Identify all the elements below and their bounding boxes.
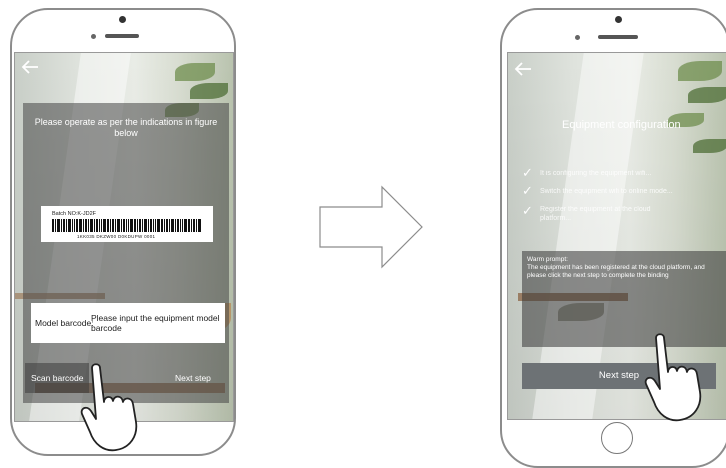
home-button[interactable] <box>601 422 633 454</box>
arrow-left-icon <box>21 60 38 74</box>
plant-leaf <box>693 139 726 153</box>
speaker-grille <box>105 34 139 38</box>
step-item: Switch the equipment wifi to online mode… <box>540 188 673 195</box>
back-button[interactable] <box>514 61 532 81</box>
instruction-text: Please operate as per the indications in… <box>34 117 218 138</box>
barcode-sample: Batch NO:K-JD2F 1KK035 DKZW00 D0KDUPW 00… <box>41 206 213 242</box>
pointing-hand-icon <box>644 333 702 422</box>
plant-leaf <box>678 61 722 81</box>
model-barcode-row[interactable]: Model barcode: Please input the equipmen… <box>31 303 225 343</box>
scan-barcode-label: Scan barcode <box>31 373 84 383</box>
barcode-image <box>52 219 201 232</box>
phone-frame-left: Please operate as per the indications in… <box>10 8 236 456</box>
camera-icon <box>119 16 126 23</box>
camera-icon <box>615 16 622 23</box>
arrow-left-icon <box>514 62 531 76</box>
plant-leaf <box>688 87 726 103</box>
model-barcode-label: Model barcode: <box>35 318 94 328</box>
next-step-button[interactable]: Next step <box>175 373 211 383</box>
check-icon: ✓ <box>522 165 533 180</box>
step-item: It is configuring the equipment wifi... <box>540 170 652 177</box>
page-title: Equipment configuration <box>562 119 681 131</box>
barcode-batch-label: Batch NO:K-JD2F <box>52 211 97 217</box>
pointing-hand-icon <box>80 363 138 452</box>
phone-frame-right: Equipment configuration ✓ It is configur… <box>500 8 726 468</box>
check-icon: ✓ <box>522 203 533 218</box>
prompt-title: Warm prompt: <box>527 256 568 263</box>
barcode-number: 1KK035 DKZW00 D0KDUPW 0001 <box>77 234 156 239</box>
instruction-panel <box>23 103 229 403</box>
model-barcode-input[interactable]: Please input the equipment model barcode <box>91 313 223 333</box>
check-icon: ✓ <box>522 183 533 198</box>
speaker-grille <box>598 35 638 39</box>
plant-leaf <box>190 83 228 99</box>
prompt-body: The equipment has been registered at the… <box>527 264 705 279</box>
plant-leaf <box>175 63 215 81</box>
step-item: Register the equipment at the cloud plat… <box>540 206 651 222</box>
back-button[interactable] <box>21 59 39 79</box>
sensor-dot <box>575 35 580 40</box>
right-arrow-outline-icon <box>319 185 423 269</box>
sensor-dot <box>91 34 96 39</box>
